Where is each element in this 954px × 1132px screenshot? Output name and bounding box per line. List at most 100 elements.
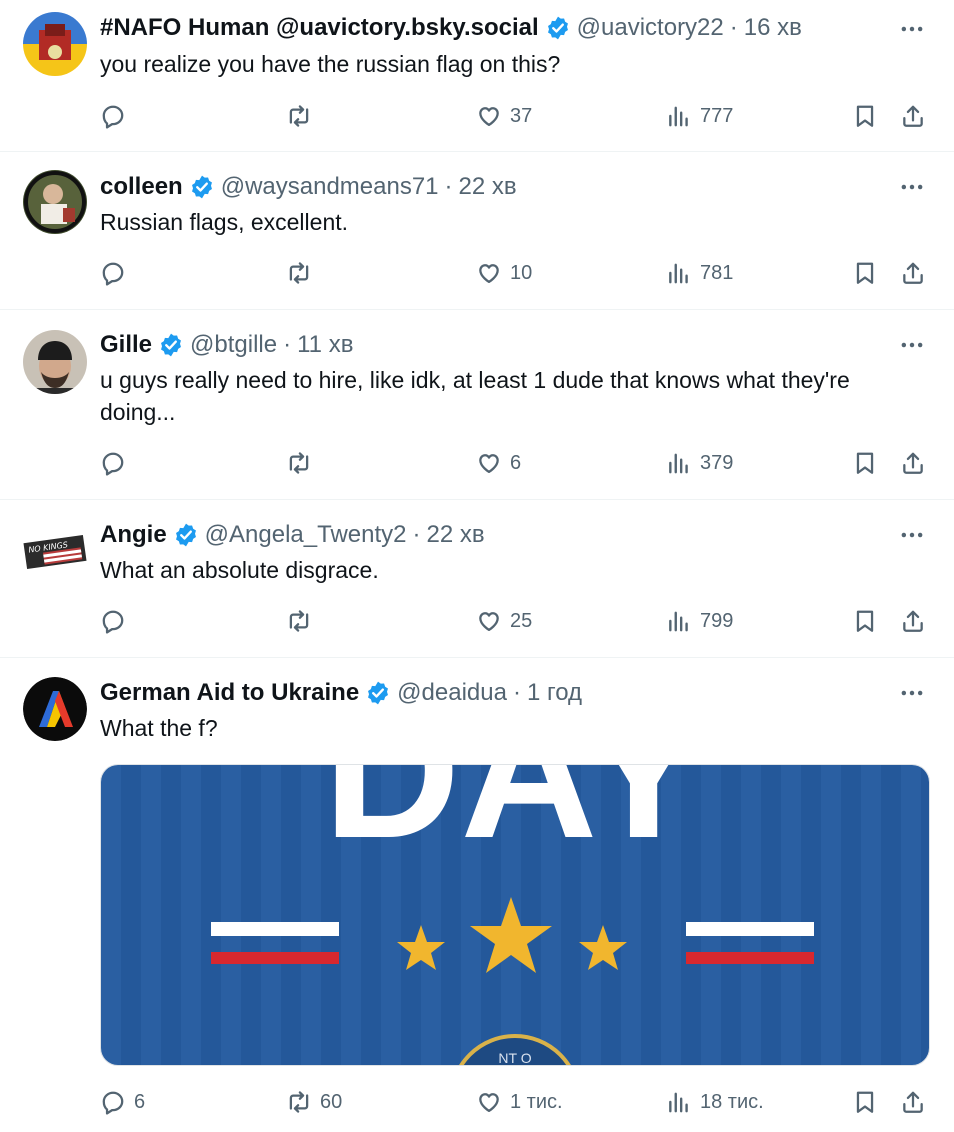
reply-button[interactable]	[100, 446, 134, 480]
share-icon	[903, 1091, 923, 1113]
separator-dot: ·	[412, 521, 421, 548]
author-name[interactable]: Gille	[100, 327, 152, 363]
bookmark-icon	[856, 1091, 874, 1113]
avatar[interactable]	[23, 330, 87, 394]
avatar[interactable]	[23, 170, 87, 234]
timestamp[interactable]: 16 хв	[744, 10, 802, 46]
share-button[interactable]	[900, 446, 926, 480]
media-seal-text: NT O	[498, 1050, 531, 1065]
views-button[interactable]: 379	[666, 446, 733, 480]
reply-icon	[102, 105, 124, 129]
tweet-text: Russian flags, excellent.	[100, 209, 349, 235]
share-button[interactable]	[900, 99, 926, 133]
more-icon[interactable]	[898, 331, 926, 359]
author-handle[interactable]: @deaidua	[397, 675, 507, 711]
verified-badge-icon	[174, 522, 197, 548]
reply-button[interactable]: 6	[100, 1085, 145, 1119]
like-button[interactable]: 37	[476, 99, 532, 133]
like-button[interactable]: 25	[476, 604, 532, 638]
tweet[interactable]: Gille @btgille · 11 хв u guys really nee…	[0, 309, 954, 500]
author-handle[interactable]: @uavictory22	[577, 10, 724, 46]
share-icon	[903, 262, 923, 284]
avatar[interactable]	[23, 677, 87, 741]
verified-badge-icon	[190, 174, 213, 200]
like-count: 10	[510, 261, 533, 284]
author-handle[interactable]: @btgille	[190, 327, 277, 363]
reply-button[interactable]	[100, 99, 134, 133]
tweet[interactable]: NO KINGS Angie @Angela_Twenty2 · 22 хв W…	[0, 499, 954, 658]
author-name[interactable]: Angie	[100, 517, 167, 553]
more-icon[interactable]	[898, 521, 926, 549]
bookmark-button[interactable]	[852, 256, 878, 290]
like-count: 6	[510, 451, 522, 474]
repost-button[interactable]	[286, 446, 320, 480]
tweet-header: #NAFO Human @uavictory.bsky.social @uavi…	[100, 10, 802, 46]
media-image[interactable]: DAY NT O	[100, 764, 930, 1066]
repost-button[interactable]	[286, 99, 320, 133]
bookmark-icon	[856, 610, 874, 632]
timestamp[interactable]: 11 хв	[297, 327, 353, 363]
bookmark-button[interactable]	[852, 604, 878, 638]
author-handle[interactable]: @waysandmeans71	[221, 169, 439, 205]
author-name[interactable]: colleen	[100, 169, 183, 205]
bookmark-icon	[856, 105, 874, 127]
action-bar: 6 60 1 тис. 18 тис.	[100, 1085, 934, 1119]
like-button[interactable]: 1 тис.	[476, 1085, 563, 1119]
share-icon	[903, 105, 923, 127]
share-button[interactable]	[900, 1085, 926, 1119]
views-button[interactable]: 781	[666, 256, 733, 290]
like-button[interactable]: 6	[476, 446, 521, 480]
reply-button[interactable]	[100, 604, 134, 638]
avatar[interactable]: NO KINGS	[23, 519, 87, 583]
repost-button[interactable]: 60	[286, 1085, 342, 1119]
repost-button[interactable]	[286, 256, 320, 290]
timestamp[interactable]: 22 хв	[427, 517, 485, 553]
repost-icon	[289, 1091, 309, 1113]
bookmark-button[interactable]	[852, 1085, 878, 1119]
reply-icon	[102, 262, 124, 286]
repost-icon	[289, 610, 309, 632]
timestamp[interactable]: 22 хв	[459, 169, 517, 205]
reply-button[interactable]	[100, 256, 134, 290]
views-button[interactable]: 18 тис.	[666, 1085, 764, 1119]
tweet[interactable]: #NAFO Human @uavictory.bsky.social @uavi…	[0, 0, 954, 152]
more-icon[interactable]	[898, 15, 926, 43]
views-count: 777	[700, 104, 734, 127]
reply-icon	[102, 1091, 124, 1115]
tweet-header: Gille @btgille · 11 хв	[100, 327, 353, 363]
separator-dot: ·	[512, 679, 521, 706]
tweet[interactable]: colleen @waysandmeans71 · 22 хв Russian …	[0, 151, 954, 310]
verified-badge-icon	[367, 680, 390, 706]
avatar[interactable]	[23, 12, 87, 76]
bookmark-button[interactable]	[852, 99, 878, 133]
bookmark-icon	[856, 262, 874, 284]
tweet-header: Angie @Angela_Twenty2 · 22 хв	[100, 517, 485, 553]
share-button[interactable]	[900, 256, 926, 290]
separator-dot: ·	[283, 331, 292, 358]
tweet[interactable]: German Aid to Ukraine @deaidua · 1 год W…	[0, 657, 954, 1132]
repost-icon	[289, 262, 309, 284]
separator-dot: ·	[729, 14, 738, 41]
timestamp[interactable]: 1 год	[527, 675, 582, 711]
views-icon	[669, 1092, 688, 1113]
views-button[interactable]: 777	[666, 99, 733, 133]
tweet-text: u guys really need to hire, like idk, at…	[100, 367, 850, 425]
action-bar: 10 781	[100, 256, 934, 290]
repost-icon	[289, 105, 309, 127]
reply-icon	[102, 452, 124, 476]
author-name[interactable]: German Aid to Ukraine	[100, 675, 359, 711]
views-button[interactable]: 799	[666, 604, 733, 638]
bookmark-button[interactable]	[852, 446, 878, 480]
author-handle[interactable]: @Angela_Twenty2	[205, 517, 407, 553]
repost-button[interactable]	[286, 604, 320, 638]
more-icon[interactable]	[898, 679, 926, 707]
share-button[interactable]	[900, 604, 926, 638]
repost-count: 60	[320, 1090, 343, 1113]
views-count: 379	[700, 451, 734, 474]
author-name[interactable]: #NAFO Human @uavictory.bsky.social	[100, 10, 539, 46]
like-icon	[479, 612, 499, 632]
like-button[interactable]: 10	[476, 256, 532, 290]
more-icon[interactable]	[898, 173, 926, 201]
views-icon	[669, 611, 688, 632]
views-icon	[669, 106, 688, 127]
